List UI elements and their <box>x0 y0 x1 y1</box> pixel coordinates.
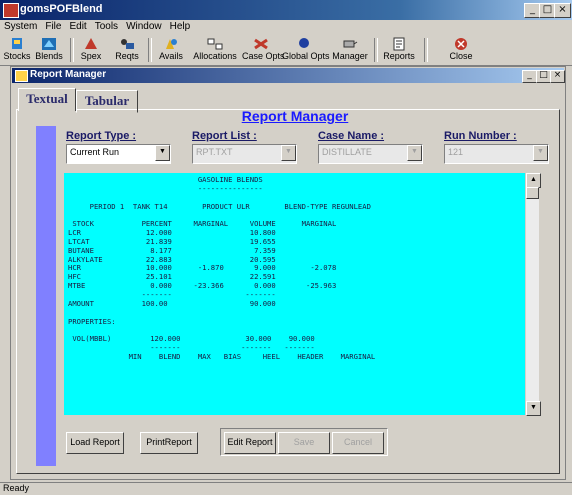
toolbar-global-opts-button[interactable]: Global Opts <box>282 36 330 64</box>
allocations-icon <box>207 38 223 50</box>
toolbar-stocks-button[interactable]: Stocks <box>2 36 32 64</box>
toolbar-stocks-label: Stocks <box>3 51 31 61</box>
menu-bar: System File Edit Tools Window Help <box>0 20 572 35</box>
load-report-button[interactable]: Load Report <box>66 432 124 454</box>
toolbar-case-opts-button[interactable]: Case Opts <box>242 36 285 64</box>
global-opts-icon <box>299 38 309 48</box>
spex-icon <box>85 38 97 49</box>
edit-report-button[interactable]: Edit Report <box>224 432 276 454</box>
report-list-label: Report List : <box>192 130 257 142</box>
save-button[interactable]: Save <box>278 432 330 454</box>
toolbar-spex-label: Spex <box>80 51 102 61</box>
toolbar-reqts-button[interactable]: Reqts <box>112 36 142 64</box>
toolbar-avails-button[interactable]: Avails <box>154 36 188 64</box>
toolbar-global-opts-label: Global Opts <box>282 51 330 61</box>
toolbar-avails-label: Avails <box>159 51 183 61</box>
report-list-select[interactable]: RPT.TXT ▼ <box>192 144 297 164</box>
stocks-icon <box>12 38 22 49</box>
chevron-down-icon[interactable]: ▼ <box>407 145 422 161</box>
chevron-down-icon[interactable]: ▼ <box>155 145 170 161</box>
scroll-down-icon[interactable]: ▼ <box>526 401 541 416</box>
avails-icon <box>166 39 177 49</box>
toolbar-separator <box>424 38 428 62</box>
cancel-button[interactable]: Cancel <box>332 432 384 454</box>
close-window-button[interactable]: × <box>554 3 571 18</box>
report-text-area[interactable]: GASOLINE BLENDS --------------- PERIOD 1… <box>64 173 525 415</box>
menu-edit[interactable]: Edit <box>65 20 90 33</box>
report-text: GASOLINE BLENDS --------------- PERIOD 1… <box>68 175 376 361</box>
run-number-select[interactable]: 121 ▼ <box>444 144 549 164</box>
case-opts-icon <box>254 38 268 50</box>
case-name-label: Case Name : <box>318 130 385 142</box>
toolbar-manager-label: Manager <box>332 51 368 61</box>
case-name-value: DISTILLATE <box>322 147 372 157</box>
print-report-button[interactable]: PrintReport <box>140 432 198 454</box>
app-title: gomsPOFBlend <box>20 3 103 15</box>
toolbar-spex-button[interactable]: Spex <box>76 36 106 64</box>
toolbar-reports-button[interactable]: Reports <box>380 36 418 64</box>
menu-system[interactable]: System <box>0 20 41 33</box>
toolbar: Stocks Blends Spex Reqts Avails Allocati… <box>0 35 572 66</box>
tab-tabular[interactable]: Tabular <box>76 90 138 113</box>
close-icon <box>455 38 467 50</box>
report-manager-heading: Report Manager <box>241 108 349 124</box>
status-text: Ready <box>3 483 30 493</box>
app-icon <box>3 3 19 18</box>
report-window-icon <box>15 70 28 82</box>
menu-help[interactable]: Help <box>166 20 195 33</box>
child-minimize-button[interactable]: _ <box>522 70 537 83</box>
menu-window[interactable]: Window <box>122 20 166 33</box>
tab-textual[interactable]: Textual <box>18 88 76 111</box>
blends-icon <box>42 38 56 50</box>
report-type-label: Report Type : <box>66 130 137 142</box>
chevron-down-icon[interactable]: ▼ <box>281 145 296 161</box>
case-name-select[interactable]: DISTILLATE ▼ <box>318 144 423 164</box>
status-bar: Ready <box>0 482 572 495</box>
toolbar-reqts-label: Reqts <box>115 51 139 61</box>
toolbar-separator <box>374 38 378 62</box>
child-close-button[interactable]: × <box>550 70 565 83</box>
child-maximize-button[interactable]: □ <box>536 70 551 83</box>
app-title-bar: gomsPOFBlend _ □ × <box>0 0 572 20</box>
toolbar-allocations-label: Allocations <box>193 51 237 61</box>
toolbar-close-button[interactable]: Close <box>446 36 476 64</box>
report-type-value: Current Run <box>70 147 120 157</box>
toolbar-reports-label: Reports <box>383 51 415 61</box>
scroll-thumb[interactable] <box>526 187 539 199</box>
chevron-down-icon[interactable]: ▼ <box>533 145 548 161</box>
toolbar-separator <box>70 38 74 62</box>
toolbar-blends-button[interactable]: Blends <box>34 36 64 64</box>
child-title: Report Manager <box>30 69 107 80</box>
toolbar-separator <box>148 38 152 62</box>
report-scrollbar[interactable]: ▲ ▼ <box>525 173 541 416</box>
toolbar-allocations-button[interactable]: Allocations <box>190 36 240 64</box>
toolbar-close-label: Close <box>449 51 473 61</box>
report-type-select[interactable]: Current Run ▼ <box>66 144 171 164</box>
reqts-icon <box>121 39 134 49</box>
toolbar-manager-button[interactable]: Manager <box>330 36 370 64</box>
run-number-label: Run Number : <box>444 130 517 142</box>
reports-icon <box>393 37 405 51</box>
scroll-up-icon[interactable]: ▲ <box>526 173 541 188</box>
manager-icon <box>343 40 358 48</box>
toolbar-blends-label: Blends <box>35 51 63 61</box>
child-title-bar: Report Manager _ □ × <box>12 68 565 83</box>
toolbar-case-opts-label: Case Opts <box>242 51 285 61</box>
menu-file[interactable]: File <box>41 20 65 33</box>
menu-tools[interactable]: Tools <box>91 20 122 33</box>
side-accent-bar <box>36 126 56 466</box>
run-number-value: 121 <box>448 147 464 157</box>
report-list-value: RPT.TXT <box>196 147 233 157</box>
